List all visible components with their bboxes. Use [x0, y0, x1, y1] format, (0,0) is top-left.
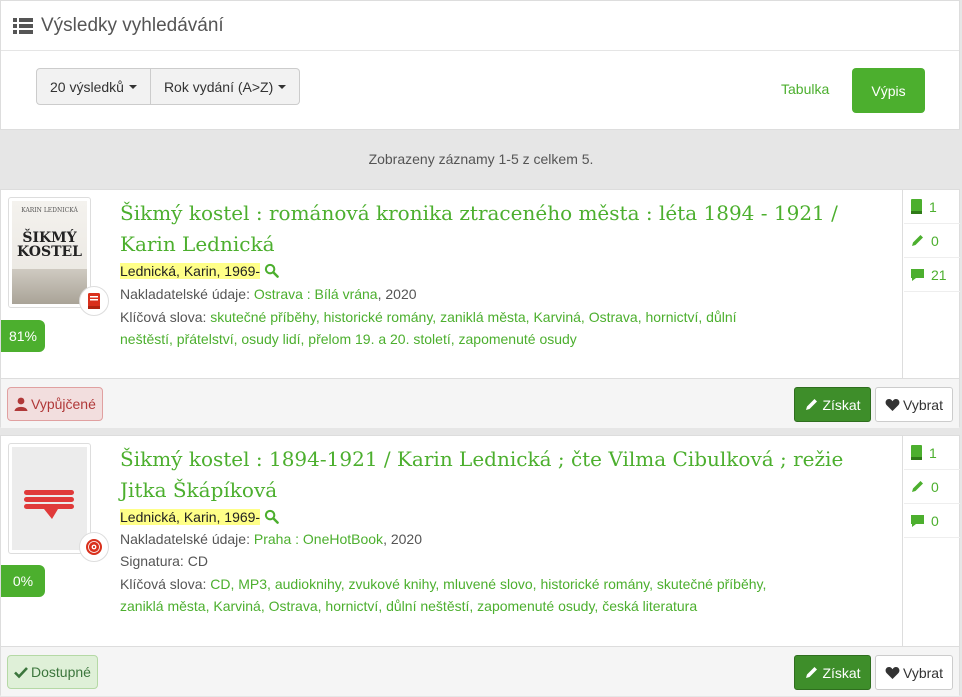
- author-link[interactable]: Lednická, Karin, 1969-: [120, 509, 261, 525]
- author-line: Lednická, Karin, 1969-: [120, 506, 880, 528]
- results-summary: Zobrazeny záznamy 1-5 z celkem 5.: [368, 151, 594, 167]
- heart-icon: [885, 666, 900, 679]
- comments-count: 0: [931, 512, 939, 529]
- search-icon[interactable]: [264, 263, 279, 278]
- author-line: Lednická, Karin, 1969-: [120, 260, 880, 282]
- sort-label: Rok vydání (A>Z): [163, 78, 274, 95]
- publisher-label: Nakladatelské údaje:: [120, 286, 250, 302]
- select-label: Vybrat: [903, 664, 943, 681]
- copies-count: 1: [929, 198, 937, 215]
- cover-photo: [12, 269, 87, 304]
- result-record: KARIN LEDNICKÁ ŠIKMÝ KOSTEL 81% Šikmý ko…: [0, 189, 960, 428]
- per-page-label: 20 výsledků: [50, 78, 124, 95]
- get-label: Získat: [822, 664, 861, 681]
- keyword-links-cont[interactable]: zaniklá města, Karviná, Ostrava, hornict…: [120, 598, 697, 614]
- pencil-icon: [912, 481, 923, 492]
- publisher-year: , 2020: [383, 531, 422, 547]
- table-view-link[interactable]: Tabulka: [781, 81, 829, 97]
- sort-button-group: 20 výsledků Rok vydání (A>Z): [36, 68, 301, 105]
- comments-stat[interactable]: 21: [904, 258, 960, 292]
- book-icon: [911, 199, 922, 214]
- cover-author-text: KARIN LEDNICKÁ: [21, 207, 78, 214]
- relevance-score: 81%: [1, 320, 45, 352]
- page-title: Výsledky vyhledávání: [41, 14, 224, 36]
- select-button[interactable]: Vybrat: [875, 387, 953, 422]
- cover-thumbnail[interactable]: KARIN LEDNICKÁ ŠIKMÝ KOSTEL: [8, 197, 91, 308]
- reviews-stat[interactable]: 0: [904, 224, 960, 258]
- results-panel-header: Výsledky vyhledávání 20 výsledků Rok vyd…: [0, 0, 960, 130]
- speech-bubble-icon: [24, 490, 74, 519]
- publisher-label: Nakladatelské údaje:: [120, 531, 250, 547]
- reviews-count: 0: [931, 478, 939, 495]
- get-button[interactable]: Získat: [794, 387, 871, 422]
- publisher-year: , 2020: [377, 286, 417, 302]
- select-label: Vybrat: [903, 396, 943, 413]
- record-footer: Vypůjčené Získat Vybrat: [1, 378, 959, 428]
- keywords-line: Klíčová slova: CD, MP3, audioknihy, zvuk…: [120, 573, 880, 617]
- per-page-dropdown[interactable]: 20 výsledků: [36, 68, 151, 105]
- book-icon: [79, 286, 109, 316]
- publisher-line: Nakladatelské údaje: Ostrava : Bílá vrán…: [120, 283, 880, 305]
- caret-down-icon: [128, 84, 137, 89]
- availability-badge[interactable]: Dostupné: [7, 655, 98, 689]
- cd-icon: [79, 532, 109, 562]
- result-record: 0% Šikmý kostel : 1894-1921 / Karin Ledn…: [0, 435, 960, 696]
- signature-line: Signatura: CD: [120, 553, 208, 569]
- check-icon: [14, 667, 28, 679]
- get-button[interactable]: Získat: [794, 655, 871, 690]
- comment-icon: [911, 514, 924, 527]
- sort-dropdown[interactable]: Rok vydání (A>Z): [150, 68, 301, 105]
- record-title-link[interactable]: Šikmý kostel : románová kronika ztracené…: [120, 198, 880, 260]
- cover-thumbnail[interactable]: [8, 443, 91, 554]
- record-title-link[interactable]: Šikmý kostel : 1894-1921 / Karin Lednick…: [120, 444, 880, 506]
- reviews-stat[interactable]: 0: [904, 470, 960, 504]
- record-footer: Dostupné Získat Vybrat: [1, 646, 959, 696]
- record-main: KARIN LEDNICKÁ ŠIKMÝ KOSTEL 81% Šikmý ko…: [1, 190, 903, 378]
- availability-label: Vypůjčené: [31, 396, 96, 412]
- availability-badge[interactable]: Vypůjčené: [7, 387, 103, 421]
- keyword-links-cont[interactable]: neštěstí, přátelství, osudy lidí, přelom…: [120, 331, 577, 347]
- list-view-button[interactable]: Výpis: [852, 68, 925, 113]
- author-link[interactable]: Lednická, Karin, 1969-: [120, 263, 261, 279]
- list-icon: [13, 17, 33, 34]
- keywords-label: Klíčová slova:: [120, 576, 207, 592]
- copies-stat[interactable]: 1: [904, 190, 960, 224]
- copies-count: 1: [929, 444, 937, 461]
- caret-down-icon: [278, 84, 287, 89]
- record-stats: 1 0 0: [904, 436, 960, 538]
- book-cover-image: KARIN LEDNICKÁ ŠIKMÝ KOSTEL: [12, 201, 87, 304]
- publisher-link[interactable]: Ostrava : Bílá vrána: [254, 286, 378, 302]
- keyword-links[interactable]: skutečné příběhy, historické romány, zan…: [210, 309, 736, 325]
- record-stats: 1 0 21: [904, 190, 960, 292]
- toolbar: 20 výsledků Rok vydání (A>Z) Tabulka Výp…: [1, 51, 959, 129]
- keyword-links[interactable]: CD, MP3, audioknihy, zvukové knihy, mluv…: [210, 576, 766, 592]
- availability-label: Dostupné: [31, 664, 91, 680]
- relevance-score: 0%: [1, 565, 45, 597]
- book-icon: [911, 445, 922, 460]
- pencil-icon: [806, 667, 818, 678]
- get-label: Získat: [822, 396, 861, 413]
- heart-icon: [885, 398, 900, 411]
- generic-cover-image: [12, 447, 87, 550]
- cover-title-line2: KOSTEL: [16, 244, 83, 260]
- search-icon[interactable]: [264, 509, 279, 524]
- pencil-icon: [806, 399, 818, 410]
- publisher-link[interactable]: Praha : OneHotBook: [254, 531, 383, 547]
- keywords-label: Klíčová slova:: [120, 309, 207, 325]
- keywords-line: Klíčová slova: skutečné příběhy, histori…: [120, 306, 880, 350]
- comments-count: 21: [931, 266, 947, 283]
- comments-stat[interactable]: 0: [904, 504, 960, 538]
- comment-icon: [911, 268, 924, 281]
- select-button[interactable]: Vybrat: [875, 655, 953, 690]
- pencil-icon: [912, 235, 923, 246]
- reviews-count: 0: [931, 232, 939, 249]
- publisher-line: Nakladatelské údaje: Praha : OneHotBook,…: [120, 528, 880, 550]
- user-icon: [14, 397, 28, 411]
- record-main: 0% Šikmý kostel : 1894-1921 / Karin Ledn…: [1, 436, 903, 646]
- copies-stat[interactable]: 1: [904, 436, 960, 470]
- header-title-bar: Výsledky vyhledávání: [1, 1, 959, 51]
